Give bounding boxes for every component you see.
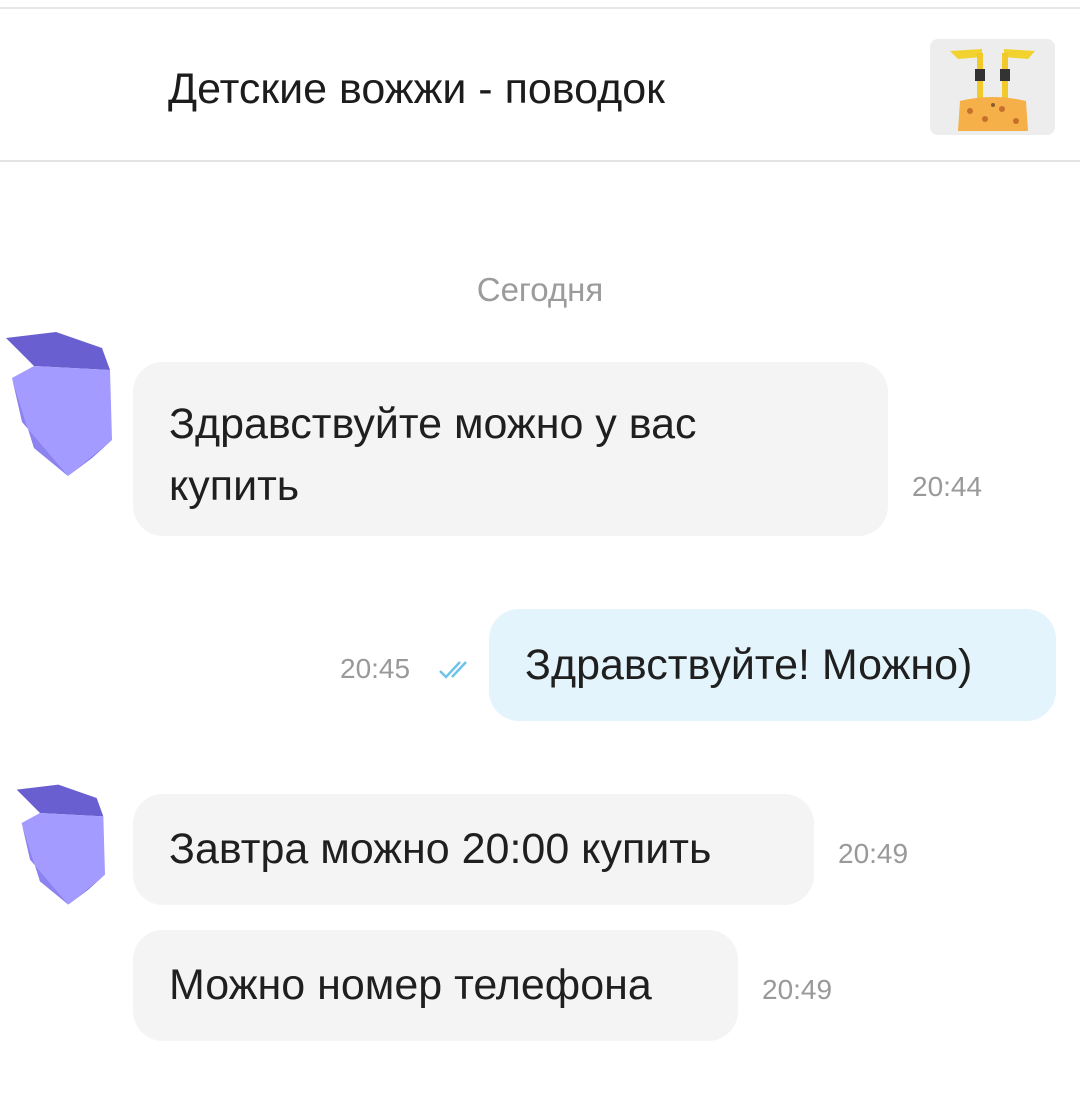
double-check-icon: [438, 659, 476, 681]
product-thumbnail[interactable]: [930, 39, 1055, 135]
message-bubble-outgoing[interactable]: Здравствуйте! Можно): [489, 609, 1056, 721]
harness-image: [930, 39, 1055, 135]
date-separator: Сегодня: [476, 271, 604, 308]
message-bubble-incoming[interactable]: Можно номер телефона: [133, 930, 738, 1041]
message-time: 20:44: [912, 471, 983, 502]
message-text: Завтра можно 20:00 купить: [169, 825, 712, 873]
seller-avatar-icon[interactable]: [10, 783, 110, 908]
chat-screen: Детские вожжи - поводок Сегодня Здравств…: [0, 0, 1080, 1100]
message-bubble-incoming[interactable]: Завтра можно 20:00 купить: [133, 794, 814, 905]
seller-avatar-icon[interactable]: [2, 330, 114, 480]
message-text-line-1: Здравствуйте можно у вас: [169, 400, 697, 448]
message-bubble-incoming[interactable]: Здравствуйте можно у вас купить: [133, 362, 888, 536]
chat-header[interactable]: Детские вожжи - поводок: [0, 9, 1080, 162]
message-time: 20:45: [340, 653, 411, 684]
message-time: 20:49: [762, 974, 833, 1005]
message-text-line-2: купить: [169, 462, 300, 510]
product-title[interactable]: Детские вожжи - поводок: [168, 63, 665, 115]
message-time: 20:49: [838, 838, 909, 869]
message-text: Здравствуйте! Можно): [525, 641, 973, 689]
message-text: Можно номер телефона: [169, 961, 652, 1009]
